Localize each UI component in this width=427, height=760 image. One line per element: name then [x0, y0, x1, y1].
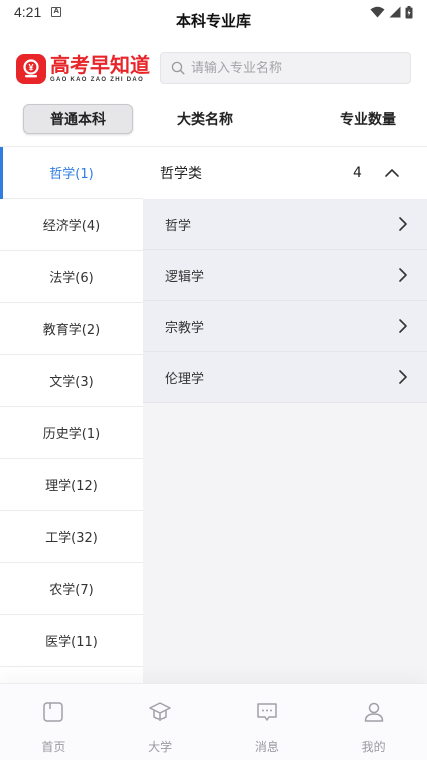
sidebar-item-label: 经济学(4)	[42, 219, 101, 234]
major-name: 逻辑学	[165, 269, 205, 285]
tab-home[interactable]: 首页	[0, 684, 107, 760]
chevron-right-icon	[399, 319, 407, 333]
category-type-button[interactable]: 普通本科	[23, 104, 133, 134]
tab-university[interactable]: 大学	[107, 684, 214, 760]
search-input[interactable]	[191, 60, 391, 76]
user-icon	[364, 702, 383, 722]
sidebar-item-label: 哲学(1)	[49, 167, 94, 182]
major-name: 哲学	[165, 218, 192, 234]
group-count: 4	[353, 165, 362, 181]
svg-text:¥: ¥	[28, 62, 33, 72]
list-item[interactable]: 伦理学	[143, 352, 427, 403]
sidebar-item-literature[interactable]: 文学(3)	[0, 355, 143, 407]
sidebar-item-label: 历史学(1)	[42, 427, 101, 442]
list-item[interactable]: 宗教学	[143, 301, 427, 352]
sidebar-item-label: 教育学(2)	[42, 323, 101, 338]
major-name: 伦理学	[165, 371, 205, 387]
sidebar-item-medicine[interactable]: 医学(11)	[0, 615, 143, 667]
major-list: 哲学 逻辑学 宗教学 伦理学	[143, 199, 427, 403]
search-icon	[171, 61, 185, 75]
page-title: 本科专业库	[175, 12, 251, 30]
sidebar-item-label: 工学(32)	[45, 531, 98, 546]
list-item[interactable]: 逻辑学	[143, 250, 427, 301]
major-name: 宗教学	[165, 320, 205, 336]
chevron-right-icon	[399, 370, 407, 384]
sidebar-item-label: 法学(6)	[49, 271, 94, 286]
logo-subtext: GAO KAO ZAO ZHI DAO	[50, 77, 145, 83]
column-header-major-count: 专业数量	[340, 112, 396, 128]
tab-label: 消息	[254, 740, 279, 754]
chevron-right-icon	[399, 217, 407, 231]
message-icon	[257, 703, 277, 721]
sidebar-item-history[interactable]: 历史学(1)	[0, 407, 143, 459]
bottom-tab-bar: 首页 大学 消息 我的	[0, 683, 427, 760]
sidebar-item-philosophy[interactable]: 哲学(1)	[0, 147, 143, 199]
sidebar-item-law[interactable]: 法学(6)	[0, 251, 143, 303]
sidebar-item-education[interactable]: 教育学(2)	[0, 303, 143, 355]
graduation-cap-icon	[149, 702, 171, 721]
sidebar-item-economics[interactable]: 经济学(4)	[0, 199, 143, 251]
sidebar-item-label: 医学(11)	[45, 635, 98, 650]
tab-label: 首页	[41, 740, 66, 754]
app-logo: ¥ 高考早知道 GAO KAO ZAO ZHI DAO	[16, 54, 150, 84]
logo-badge-icon: ¥	[16, 54, 46, 84]
chevron-right-icon	[399, 268, 407, 282]
home-icon	[43, 702, 64, 722]
discipline-sidebar: 哲学(1) 经济学(4) 法学(6) 教育学(2) 文学(3) 历史学(1) 理…	[0, 147, 143, 683]
major-panel: 哲学类 4 哲学 逻辑学 宗教学 伦理学	[143, 147, 427, 683]
tab-label: 我的	[361, 740, 386, 754]
tab-messages[interactable]: 消息	[214, 684, 321, 760]
list-item[interactable]: 哲学	[143, 199, 427, 250]
sidebar-item-science[interactable]: 理学(12)	[0, 459, 143, 511]
sidebar-item-label: 理学(12)	[45, 479, 98, 494]
tab-label: 大学	[148, 740, 173, 754]
tab-profile[interactable]: 我的	[320, 684, 427, 760]
column-header-category-name: 大类名称	[177, 112, 233, 128]
sidebar-item-agriculture[interactable]: 农学(7)	[0, 563, 143, 615]
logo-text: 高考早知道	[50, 53, 150, 77]
sidebar-item-label: 农学(7)	[49, 583, 94, 598]
group-name: 哲学类	[160, 166, 202, 182]
search-box[interactable]	[160, 52, 411, 84]
sidebar-item-engineering[interactable]: 工学(32)	[0, 511, 143, 563]
chevron-up-icon[interactable]	[383, 164, 401, 182]
group-header[interactable]: 哲学类 4	[143, 147, 427, 199]
sidebar-item-label: 文学(3)	[49, 375, 94, 390]
